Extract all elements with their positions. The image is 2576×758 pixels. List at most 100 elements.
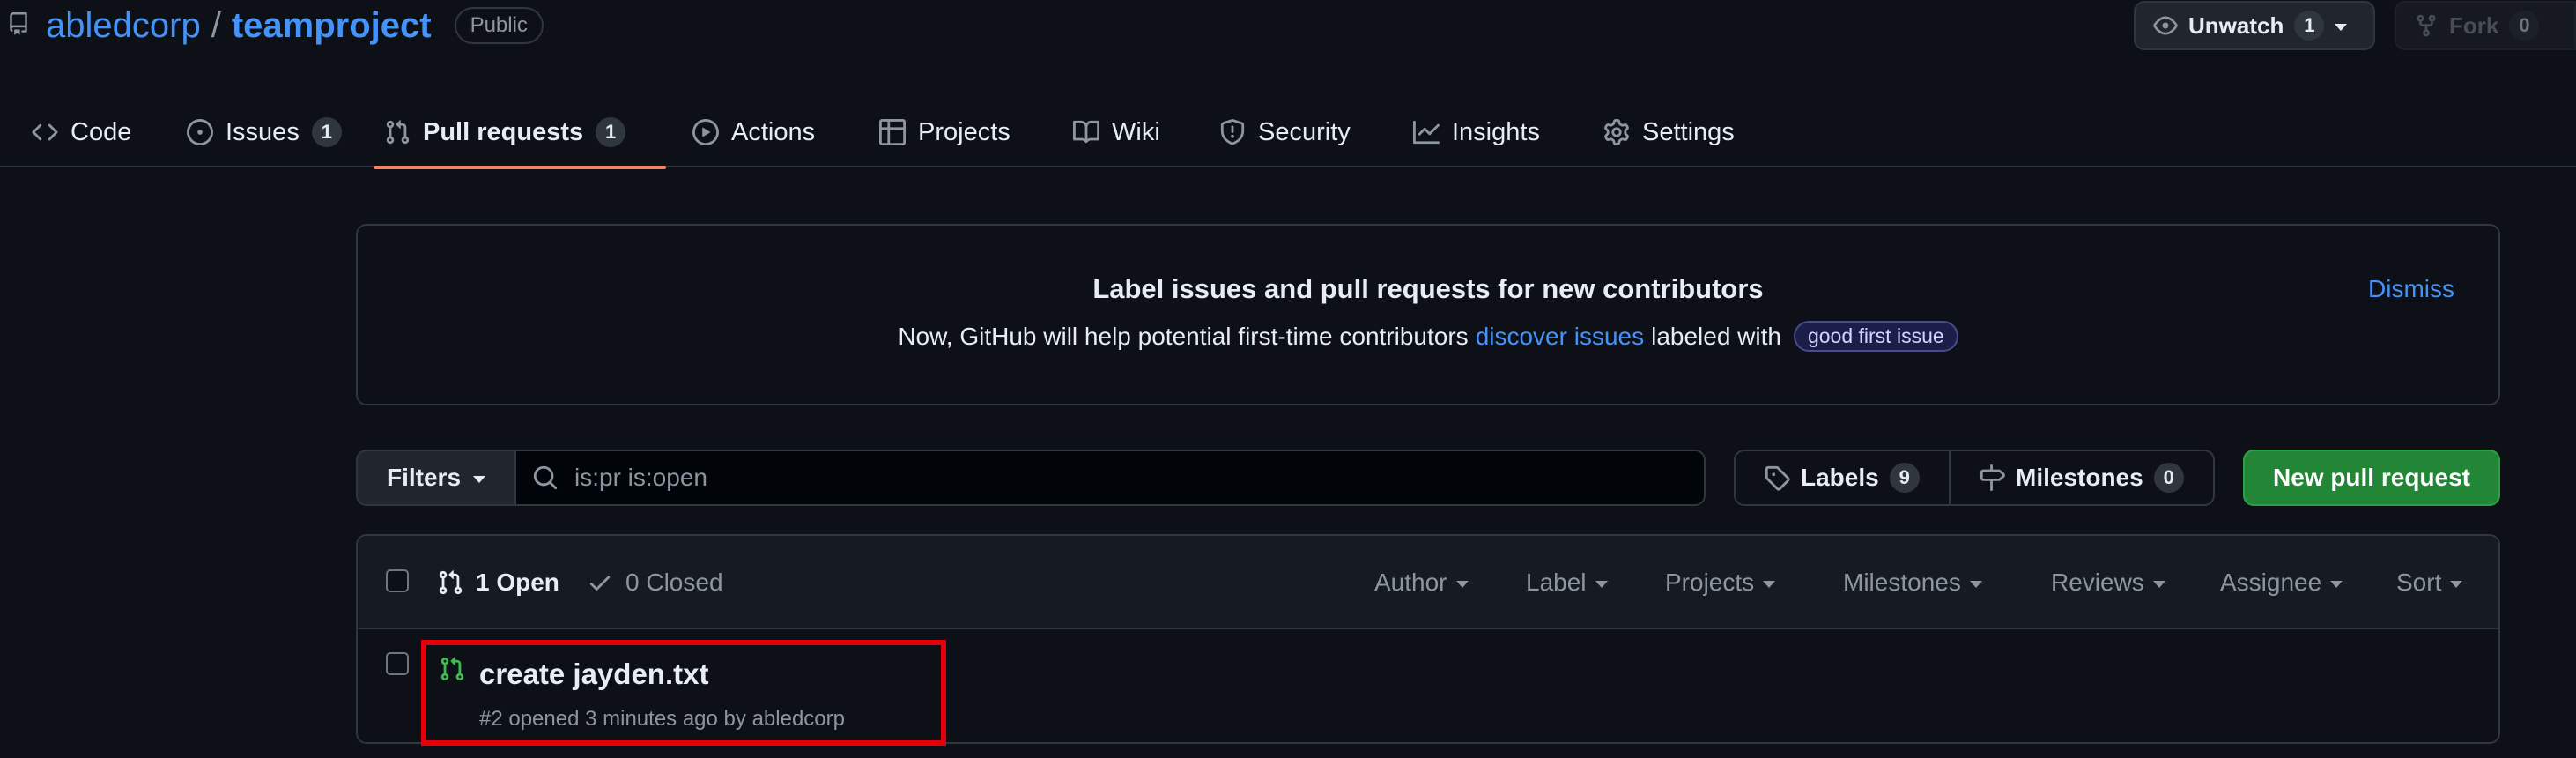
tab-issues-label: Issues	[226, 117, 300, 146]
author-filter-label: Author	[1374, 568, 1447, 596]
watchers-count: 1	[2294, 11, 2325, 41]
visibility-badge: Public	[454, 7, 544, 44]
tab-issues[interactable]: Issues 1	[176, 97, 352, 167]
chevron-down-icon	[473, 475, 486, 483]
repo-owner-link[interactable]: abledcorp	[46, 6, 201, 46]
new-contributors-banner: Label issues and pull requests for new c…	[356, 224, 2500, 405]
banner-title: Label issues and pull requests for new c…	[1092, 273, 1764, 304]
shield-icon	[1220, 119, 1245, 145]
repo-forked-icon	[2417, 14, 2436, 37]
issues-count: 1	[311, 117, 342, 147]
tab-projects[interactable]: Projects	[869, 97, 1021, 167]
gear-icon	[1604, 119, 1629, 145]
tab-pull-requests[interactable]: Pull requests 1	[374, 97, 666, 169]
banner-text-before: Now, GitHub will help potential first-ti…	[898, 322, 1469, 350]
pull-request-list: 1 Open 0 Closed Author Label Projects Mi…	[356, 534, 2500, 744]
table-icon	[879, 119, 906, 145]
projects-filter[interactable]: Projects	[1665, 536, 1776, 629]
issue-opened-icon	[187, 119, 213, 145]
open-filter[interactable]: 1 Open	[437, 536, 559, 629]
tab-insights-label: Insights	[1452, 117, 1540, 146]
tag-icon	[1765, 465, 1790, 491]
labels-count: 9	[1889, 463, 1920, 493]
author-filter[interactable]: Author	[1374, 536, 1469, 629]
chevron-down-icon	[2152, 580, 2165, 588]
unwatch-label: Unwatch	[2188, 11, 2284, 39]
tab-pull-requests-label: Pull requests	[423, 117, 584, 146]
search-input[interactable]	[574, 464, 1632, 492]
labels-button[interactable]: Labels 9	[1734, 450, 1951, 506]
tab-code[interactable]: Code	[21, 97, 142, 167]
tab-insights[interactable]: Insights	[1403, 97, 1551, 167]
projects-filter-label: Projects	[1665, 568, 1755, 596]
repo-icon	[10, 12, 27, 35]
open-count-label: 1 Open	[476, 568, 559, 596]
chevron-down-icon	[2335, 23, 2348, 31]
pull-requests-count: 1	[596, 117, 626, 147]
check-icon	[589, 576, 611, 591]
tab-security[interactable]: Security	[1209, 97, 1361, 167]
breadcrumb: abledcorp / teamproject Public	[46, 4, 544, 48]
milestones-filter-label: Milestones	[1843, 568, 1961, 596]
new-pull-request-button[interactable]: New pull request	[2243, 450, 2500, 506]
fork-label: Fork	[2449, 11, 2499, 39]
good-first-issue-label[interactable]: good first issue	[1793, 321, 1958, 352]
milestone-icon	[1980, 464, 2005, 491]
pr-title-link[interactable]: create jayden.txt	[479, 658, 708, 691]
play-icon	[692, 119, 719, 145]
code-icon	[32, 123, 58, 141]
list-item: create jayden.txt #2 opened 3 minutes ag…	[358, 629, 2498, 742]
unwatch-button[interactable]: Unwatch 1	[2134, 1, 2375, 50]
git-pull-request-icon	[439, 570, 463, 595]
chevron-down-icon	[2450, 580, 2463, 588]
repo-name-link[interactable]: teamproject	[232, 6, 432, 46]
list-header: 1 Open 0 Closed Author Label Projects Mi…	[358, 536, 2498, 629]
milestones-filter[interactable]: Milestones	[1843, 536, 1982, 629]
tab-projects-label: Projects	[918, 117, 1010, 146]
filters-label: Filters	[386, 464, 462, 491]
tab-wiki[interactable]: Wiki	[1062, 97, 1171, 167]
repo-nav: Code Issues 1 Pull requests 1 Actions Pr…	[0, 97, 2576, 169]
tab-settings-label: Settings	[1642, 117, 1735, 146]
milestones-count: 0	[2153, 463, 2184, 493]
tab-code-label: Code	[70, 117, 132, 146]
eye-icon	[2153, 16, 2178, 35]
search-box	[514, 450, 1706, 506]
reviews-filter[interactable]: Reviews	[2051, 536, 2165, 629]
closed-filter[interactable]: 0 Closed	[587, 536, 723, 629]
git-pull-request-open-icon	[440, 657, 464, 681]
fork-button[interactable]: Fork 0	[2395, 1, 2576, 50]
closed-count-label: 0 Closed	[625, 568, 723, 596]
sort-dropdown[interactable]: Sort	[2396, 536, 2463, 629]
chevron-down-icon	[1595, 580, 1608, 588]
assignee-filter[interactable]: Assignee	[2220, 536, 2343, 629]
discover-issues-link[interactable]: discover issues	[1476, 323, 1644, 351]
search-icon	[533, 465, 558, 490]
tab-wiki-label: Wiki	[1112, 117, 1160, 146]
banner-text: Now, GitHub will help potential first-ti…	[358, 321, 2498, 352]
milestones-button[interactable]: Milestones 0	[1949, 450, 2215, 506]
select-all-checkbox[interactable]	[386, 569, 409, 592]
label-filter[interactable]: Label	[1526, 536, 1608, 629]
sort-label: Sort	[2396, 568, 2442, 596]
assignee-filter-label: Assignee	[2220, 568, 2322, 596]
filters-button[interactable]: Filters	[356, 450, 516, 506]
tab-settings[interactable]: Settings	[1593, 97, 1745, 167]
fork-count: 0	[2509, 11, 2540, 41]
chevron-down-icon	[1455, 580, 1469, 588]
banner-text-after: labeled with	[1651, 322, 1781, 350]
tab-actions[interactable]: Actions	[682, 97, 825, 167]
tab-actions-label: Actions	[731, 117, 816, 146]
git-pull-request-icon	[386, 120, 410, 145]
labels-label: Labels	[1801, 464, 1879, 491]
milestones-label: Milestones	[2016, 464, 2143, 491]
reviews-filter-label: Reviews	[2051, 568, 2144, 596]
chevron-down-icon	[1763, 580, 1776, 588]
pr-meta: #2 opened 3 minutes ago by abledcorp	[479, 707, 845, 731]
label-filter-label: Label	[1526, 568, 1587, 596]
dismiss-button[interactable]: Dismiss	[2368, 275, 2454, 303]
book-icon	[1073, 120, 1099, 144]
pr-checkbox[interactable]	[386, 652, 409, 675]
breadcrumb-separator: /	[211, 5, 221, 45]
graph-icon	[1413, 120, 1440, 145]
